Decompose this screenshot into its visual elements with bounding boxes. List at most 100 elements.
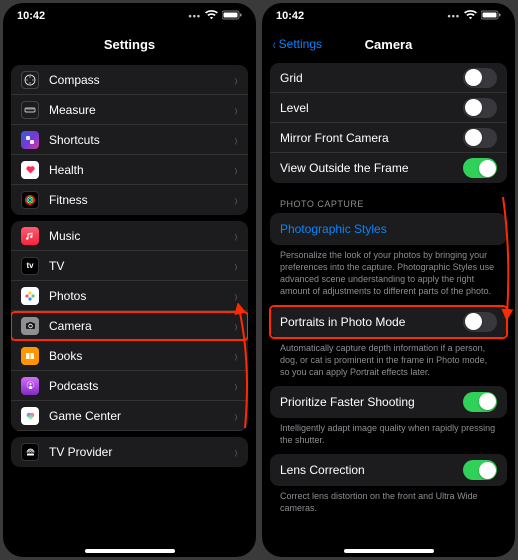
row-fitness[interactable]: Fitness › [11, 185, 248, 215]
music-icon [21, 227, 39, 245]
game-center-icon [21, 407, 39, 425]
label: Books [49, 349, 234, 363]
chevron-left-icon: ‹ [273, 36, 276, 52]
page-title: Settings [104, 37, 155, 52]
chevron-right-icon: › [235, 130, 238, 150]
row-health[interactable]: Health › [11, 155, 248, 185]
label: Measure [49, 103, 234, 117]
toggle-lens-correction[interactable] [463, 460, 497, 480]
status-icons: ••• [448, 10, 501, 23]
tv-icon: tv [21, 257, 39, 275]
row-measure[interactable]: Measure › [11, 95, 248, 125]
wifi-icon [205, 10, 218, 23]
row-lens-correction[interactable]: Lens Correction [270, 454, 507, 486]
label: Level [280, 101, 463, 115]
chevron-right-icon: › [235, 376, 238, 396]
toggles-group: Grid Level Mirror Front Camera View Outs… [270, 63, 507, 183]
row-shortcuts[interactable]: Shortcuts › [11, 125, 248, 155]
settings-group-1: Compass › Measure › Shortcuts › Health ›… [11, 65, 248, 215]
fitness-icon [21, 191, 39, 209]
battery-icon [481, 10, 501, 23]
chevron-right-icon: › [235, 256, 238, 276]
row-tv[interactable]: tv TV › [11, 251, 248, 281]
row-prioritize-faster-shooting[interactable]: Prioritize Faster Shooting [270, 386, 507, 418]
back-label: Settings [279, 37, 322, 51]
row-music[interactable]: Music › [11, 221, 248, 251]
compass-icon [21, 71, 39, 89]
label: Camera [49, 319, 234, 333]
label: Mirror Front Camera [280, 131, 463, 145]
row-tv-provider[interactable]: TV Provider › [11, 437, 248, 467]
row-photos[interactable]: Photos › [11, 281, 248, 311]
chevron-right-icon: › [235, 316, 238, 336]
cellular-icon: ••• [448, 11, 460, 21]
label: Prioritize Faster Shooting [280, 395, 463, 409]
settings-group-2: Music › tv TV › Photos › Camera › Books [11, 221, 248, 431]
label: Portraits in Photo Mode [280, 315, 463, 329]
label: Grid [280, 71, 463, 85]
chevron-right-icon: › [235, 346, 238, 366]
label: Game Center [49, 409, 234, 423]
nav-bar: ‹ Settings Camera [262, 29, 515, 59]
chevron-right-icon: › [235, 286, 238, 306]
label: Lens Correction [280, 463, 463, 477]
toggle-view-outside[interactable] [463, 158, 497, 178]
page-title: Camera [365, 37, 413, 52]
phone-right: 10:42 ••• ‹ Settings Camera Grid Level [262, 3, 515, 557]
row-game-center[interactable]: Game Center › [11, 401, 248, 431]
toggle-mirror[interactable] [463, 128, 497, 148]
portraits-description: Automatically capture depth information … [262, 338, 515, 386]
row-podcasts[interactable]: Podcasts › [11, 371, 248, 401]
label: Music [49, 229, 234, 243]
label: Fitness [49, 193, 234, 207]
row-books[interactable]: Books › [11, 341, 248, 371]
toggle-portraits[interactable] [463, 312, 497, 332]
label: Health [49, 163, 234, 177]
row-photographic-styles[interactable]: Photographic Styles [270, 213, 507, 245]
toggle-level[interactable] [463, 98, 497, 118]
camera-icon [21, 317, 39, 335]
label: TV Provider [49, 445, 234, 459]
photographic-styles-description: Personalize the look of your photos by b… [262, 245, 515, 306]
chevron-right-icon: › [235, 70, 238, 90]
home-indicator[interactable] [85, 549, 175, 553]
row-mirror-front-camera[interactable]: Mirror Front Camera [270, 123, 507, 153]
row-view-outside-frame[interactable]: View Outside the Frame [270, 153, 507, 183]
settings-list[interactable]: Compass › Measure › Shortcuts › Health ›… [3, 59, 256, 557]
back-button[interactable]: ‹ Settings [272, 36, 322, 52]
row-camera[interactable]: Camera › [11, 311, 248, 341]
status-bar: 10:42 ••• [262, 3, 515, 29]
wifi-icon [464, 10, 477, 23]
chevron-right-icon: › [235, 160, 238, 180]
battery-icon [222, 10, 242, 23]
books-icon [21, 347, 39, 365]
label: Podcasts [49, 379, 234, 393]
row-compass[interactable]: Compass › [11, 65, 248, 95]
row-portraits-photo-mode[interactable]: Portraits in Photo Mode [270, 306, 507, 338]
chevron-right-icon: › [235, 226, 238, 246]
row-grid[interactable]: Grid [270, 63, 507, 93]
toggle-grid[interactable] [463, 68, 497, 88]
label: Shortcuts [49, 133, 234, 147]
chevron-right-icon: › [235, 100, 238, 120]
toggle-prioritize[interactable] [463, 392, 497, 412]
prioritize-description: Intelligently adapt image quality when r… [262, 418, 515, 454]
phone-left: 10:42 ••• Settings Compass › Measure › [3, 3, 256, 557]
camera-settings[interactable]: Grid Level Mirror Front Camera View Outs… [262, 59, 515, 557]
status-icons: ••• [189, 10, 242, 23]
link-label: Photographic Styles [280, 222, 387, 236]
home-indicator[interactable] [344, 549, 434, 553]
label: TV [49, 259, 234, 273]
shortcuts-icon [21, 131, 39, 149]
status-bar: 10:42 ••• [3, 3, 256, 29]
health-icon [21, 161, 39, 179]
chevron-right-icon: › [235, 190, 238, 210]
photos-icon [21, 287, 39, 305]
clock: 10:42 [17, 10, 45, 22]
row-level[interactable]: Level [270, 93, 507, 123]
nav-bar: Settings [3, 29, 256, 59]
section-header-photo-capture: PHOTO CAPTURE [262, 189, 515, 213]
chevron-right-icon: › [235, 442, 238, 462]
label: Photos [49, 289, 234, 303]
label: Compass [49, 73, 234, 87]
